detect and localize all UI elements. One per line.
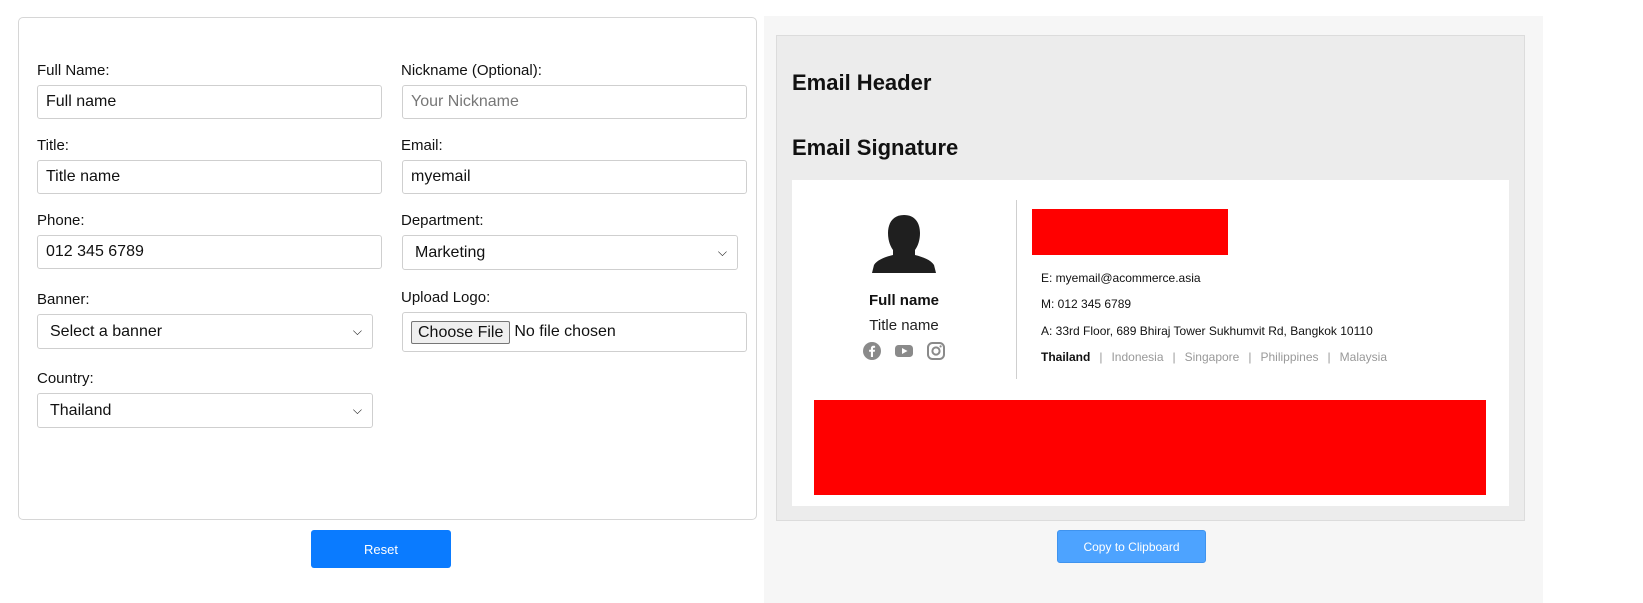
banner-select[interactable]: Select a banner ⌵: [37, 314, 373, 349]
department-select[interactable]: Marketing ⌵: [402, 235, 738, 270]
department-selected-value: Marketing: [415, 243, 486, 261]
logo-placeholder-block: [1032, 209, 1228, 255]
logo-label: Upload Logo:: [401, 289, 491, 306]
separator: |: [1099, 350, 1103, 364]
contact-email: E: myemail@acommerce.asia: [1041, 271, 1201, 285]
email-field: Email:: [401, 137, 443, 155]
signature-name: Full name: [868, 292, 939, 309]
title-input[interactable]: [37, 160, 382, 194]
choose-file-button[interactable]: Choose File: [411, 320, 511, 344]
banner-selected-value: Select a banner: [50, 322, 163, 340]
contact-address: A: 33rd Floor, 689 Bhiraj Tower Sukhumvi…: [1041, 324, 1373, 338]
chevron-down-icon: ⌵: [352, 403, 362, 417]
full-name-input[interactable]: [37, 85, 382, 119]
country-link[interactable]: Malaysia: [1340, 350, 1387, 364]
phone-field: Phone:: [37, 212, 85, 230]
logo-field: Upload Logo:: [401, 289, 490, 307]
banner-field: Banner:: [37, 291, 90, 309]
chevron-down-icon: ⌵: [717, 245, 727, 259]
facebook-icon[interactable]: [862, 341, 882, 361]
country-select[interactable]: Thailand ⌵: [37, 393, 373, 428]
email-input[interactable]: [402, 160, 747, 194]
signature-title: Title name: [869, 317, 939, 334]
country-link[interactable]: Thailand: [1041, 350, 1090, 364]
separator: |: [1327, 350, 1331, 364]
email-header-heading: Email Header: [792, 70, 932, 95]
title-label: Title:: [37, 137, 69, 154]
email-label: Email:: [401, 137, 443, 154]
instagram-icon[interactable]: [926, 341, 946, 361]
nickname-field: Nickname (Optional):: [401, 62, 542, 80]
country-link[interactable]: Singapore: [1185, 350, 1240, 364]
logo-file-input: Choose File No file chosen: [402, 312, 747, 352]
copy-to-clipboard-button[interactable]: Copy to Clipboard: [1057, 530, 1206, 563]
file-status-text: No file chosen: [514, 323, 616, 340]
signature-divider: [1016, 200, 1017, 379]
separator: |: [1172, 350, 1176, 364]
country-label: Country:: [37, 370, 94, 387]
contact-mobile: M: 012 345 6789: [1041, 297, 1132, 311]
country-selected-value: Thailand: [50, 401, 112, 419]
nickname-input[interactable]: [402, 85, 747, 119]
full-name-field: Full Name:: [37, 62, 110, 80]
banner-placeholder-block: [814, 400, 1486, 495]
banner-label: Banner:: [37, 291, 90, 308]
reset-button[interactable]: Reset: [311, 530, 451, 568]
separator: |: [1248, 350, 1252, 364]
nickname-label: Nickname (Optional):: [401, 62, 542, 79]
title-field: Title:: [37, 137, 69, 155]
country-field: Country:: [37, 370, 94, 388]
user-avatar-icon: [872, 215, 936, 273]
social-links: [862, 341, 946, 361]
full-name-label: Full Name:: [37, 62, 110, 79]
phone-label: Phone:: [37, 212, 85, 229]
country-links: Thailand | Indonesia | Singapore | Philippines…: [1041, 350, 1387, 364]
phone-input[interactable]: [37, 235, 382, 269]
department-label: Department:: [401, 212, 484, 229]
department-field: Department:: [401, 212, 484, 230]
email-signature-heading: Email Signature: [792, 135, 959, 160]
country-link[interactable]: Philippines: [1260, 350, 1318, 364]
country-link[interactable]: Indonesia: [1111, 350, 1163, 364]
chevron-down-icon: ⌵: [352, 324, 362, 338]
youtube-icon[interactable]: [894, 341, 914, 361]
